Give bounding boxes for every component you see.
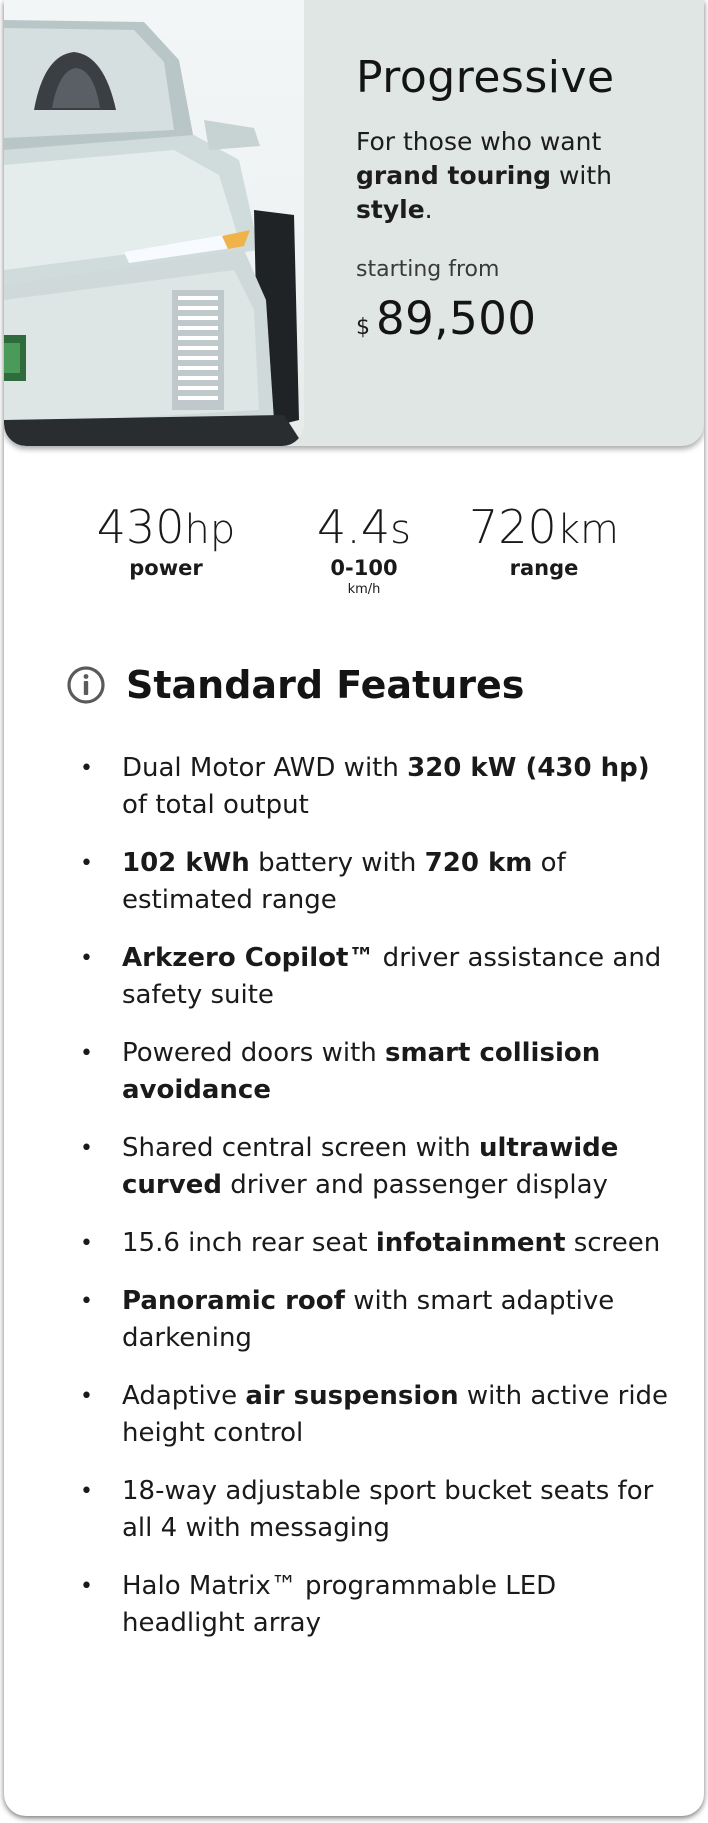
hero-panel: Progressive For those who want grand tou… bbox=[4, 0, 704, 446]
stat-unit: hp bbox=[184, 507, 236, 553]
bullet: • bbox=[80, 1041, 93, 1066]
features-title: Standard Features bbox=[126, 663, 525, 707]
bullet: • bbox=[80, 851, 93, 876]
feature-item: • 102 kWh battery with 720 km of estimate… bbox=[80, 845, 680, 919]
bullet: • bbox=[80, 756, 93, 781]
stat-power: 430hp power bbox=[96, 500, 236, 580]
feature-item: • Adaptive air suspension with active rid… bbox=[80, 1378, 680, 1452]
feature-item: • Arkzero Copilot™ driver assistance and … bbox=[80, 940, 680, 1014]
car-image bbox=[4, 0, 304, 446]
bullet: • bbox=[80, 1384, 93, 1409]
info-icon bbox=[67, 666, 105, 704]
feature-item: • Panoramic roof with smart adaptive dark… bbox=[80, 1283, 680, 1357]
bullet: • bbox=[80, 1231, 93, 1256]
stat-label: range bbox=[509, 556, 579, 580]
stat-label: 0-100 bbox=[330, 556, 398, 580]
bullet: • bbox=[80, 1574, 93, 1599]
bullet: • bbox=[80, 1289, 93, 1314]
price-currency: $ bbox=[356, 315, 370, 340]
feature-item: • Dual Motor AWD with 320 kW (430 hp) of … bbox=[80, 750, 680, 824]
feature-item: • Halo Matrix™ programmable LED headlight… bbox=[80, 1568, 680, 1642]
trim-card: Progressive For those who want grand tou… bbox=[4, 0, 704, 1816]
bullet: • bbox=[80, 946, 93, 971]
feature-item: • 18-way adjustable sport bucket seats fo… bbox=[80, 1473, 680, 1547]
price-value: 89,500 bbox=[376, 292, 537, 345]
features-header: Standard Features bbox=[66, 663, 524, 707]
stat-sublabel: km/h bbox=[347, 582, 381, 597]
hero-text: Progressive For those who want grand tou… bbox=[356, 52, 676, 345]
bullet: • bbox=[80, 1479, 93, 1504]
feature-item: • 15.6 inch rear seat infotainment screen bbox=[80, 1225, 680, 1262]
stats-row: 430hp power 4.4s 0-100 km/h 720km range bbox=[64, 500, 644, 610]
stat-unit: s bbox=[390, 507, 411, 553]
price: $ 89,500 bbox=[356, 292, 676, 345]
stat-value: 4.4 bbox=[317, 500, 391, 554]
feature-item: • Powered doors with smart collision avoi… bbox=[80, 1035, 680, 1109]
stat-unit: km bbox=[556, 507, 619, 553]
stat-acceleration: 4.4s 0-100 km/h bbox=[304, 500, 424, 597]
trim-title: Progressive bbox=[356, 52, 615, 103]
stat-value: 430 bbox=[96, 500, 185, 554]
feature-item: • Shared central screen with ultrawide cu… bbox=[80, 1130, 680, 1204]
bullet: • bbox=[80, 1136, 93, 1161]
feature-list: • Dual Motor AWD with 320 kW (430 hp) of … bbox=[80, 750, 680, 1663]
starting-from-label: starting from bbox=[356, 257, 500, 282]
stat-range: 720km range bbox=[464, 500, 624, 580]
stat-label: power bbox=[129, 556, 203, 580]
stat-value: 720 bbox=[469, 500, 557, 554]
trim-tagline: For those who want grand touring with st… bbox=[356, 127, 613, 224]
